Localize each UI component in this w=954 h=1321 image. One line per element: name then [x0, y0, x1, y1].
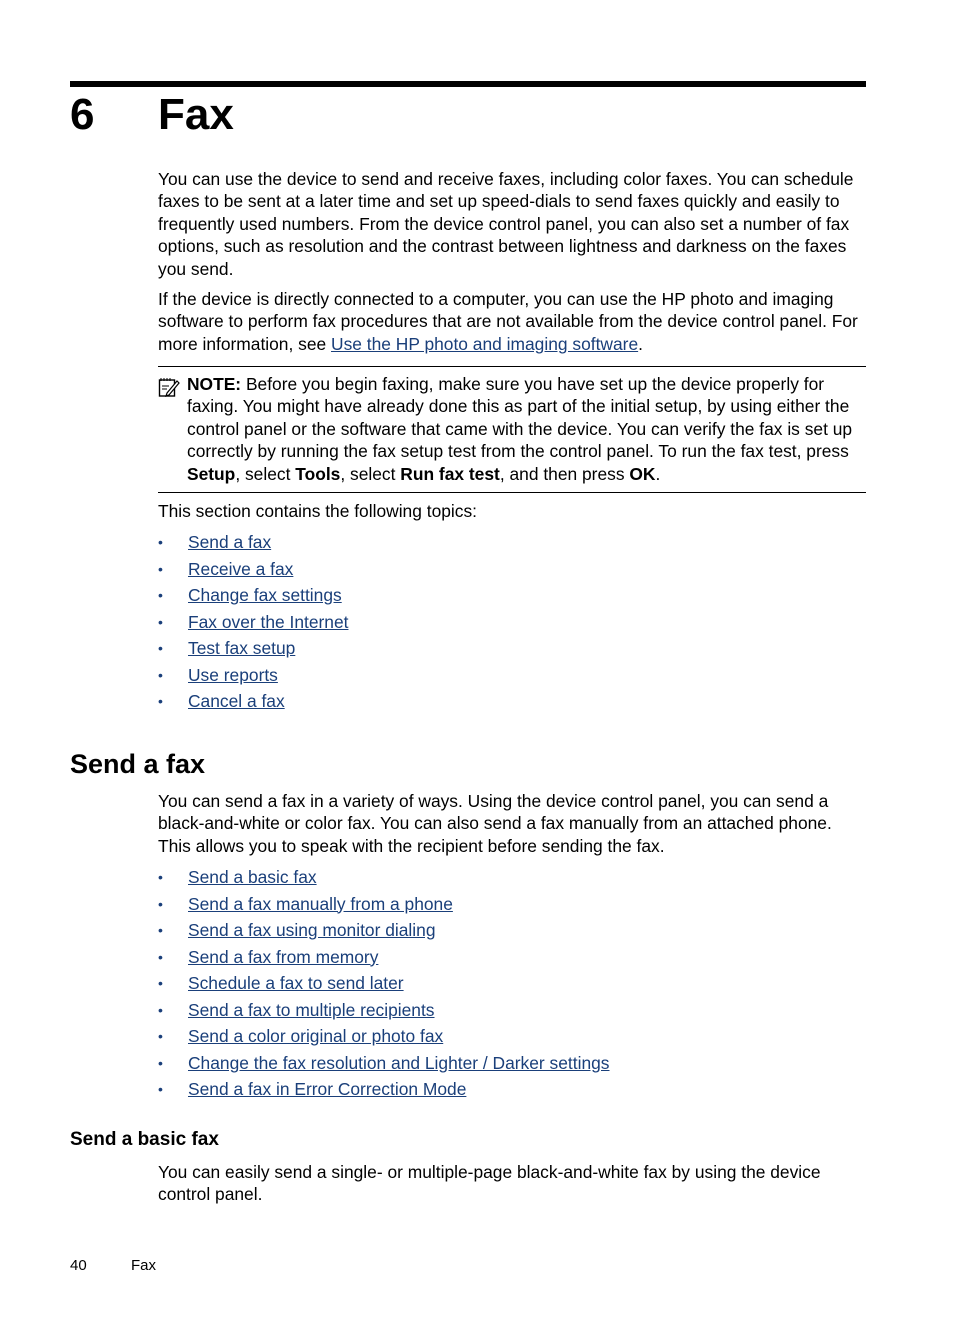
- send-fax-link[interactable]: Send a basic fax: [188, 864, 317, 891]
- chapter-number: 6: [70, 90, 95, 139]
- bullet: •: [158, 666, 163, 683]
- bullet: •: [158, 922, 163, 938]
- document-page: 6 Fax You can use the device to send and…: [0, 0, 954, 1321]
- bullet: •: [158, 1054, 163, 1071]
- send-fax-link[interactable]: Send a fax to multiple recipients: [188, 997, 435, 1024]
- footer-section-name: Fax: [131, 1257, 157, 1274]
- send-basic-fax-paragraph: You can easily send a single- or multipl…: [158, 1161, 868, 1206]
- send-fax-link[interactable]: Send a fax in Error Correction Mode: [188, 1076, 466, 1103]
- note-text-part: , select: [235, 463, 296, 484]
- note-box: NOTE: Before you begin faxing, make sure…: [158, 366, 866, 493]
- note-run-fax-test: Run fax test: [400, 463, 500, 484]
- send-fax-link[interactable]: Send a fax using monitor dialing: [188, 917, 436, 944]
- send-fax-link[interactable]: Schedule a fax to send later: [188, 970, 404, 997]
- topics-intro-text: This section contains the following topi…: [158, 501, 477, 521]
- intro-text-2-after: .: [638, 333, 643, 354]
- note-text-part: Before you begin faxing, make sure you h…: [187, 374, 853, 462]
- send-basic-fax-heading: Send a basic fax: [70, 1129, 219, 1150]
- bullet: •: [158, 948, 163, 965]
- footer-page-number: 40: [70, 1257, 87, 1274]
- bullet: •: [158, 693, 163, 709]
- send-fax-link[interactable]: Change the fax resolution and Lighter / …: [188, 1050, 610, 1077]
- note-text-part: .: [655, 463, 661, 484]
- topic-link[interactable]: Change fax settings: [188, 582, 342, 609]
- bullet: •: [158, 1001, 163, 1018]
- intro-paragraph-1: You can use the device to send and recei…: [158, 168, 868, 280]
- topic-link[interactable]: Receive a fax: [188, 556, 293, 583]
- intro-paragraph-2: If the device is directly connected to a…: [158, 288, 868, 355]
- bullet: •: [158, 613, 163, 630]
- note-pencil-icon: [158, 378, 180, 397]
- note-tools: Tools: [295, 463, 341, 484]
- send-fax-paragraph: You can send a fax in a variety of ways.…: [158, 790, 868, 857]
- topic-link[interactable]: Cancel a fax: [188, 688, 285, 715]
- topic-link[interactable]: Fax over the Internet: [188, 609, 348, 636]
- send-fax-link[interactable]: Send a fax from memory: [188, 944, 378, 971]
- bullet: •: [158, 560, 163, 577]
- bullet: •: [158, 534, 163, 550]
- note-ok: OK: [629, 463, 656, 484]
- bullet: •: [158, 895, 163, 912]
- bullet: •: [158, 869, 163, 885]
- send-fax-heading: Send a fax: [70, 749, 206, 779]
- send-fax-link[interactable]: Send a color original or photo fax: [188, 1023, 443, 1050]
- note-label: NOTE:: [187, 374, 242, 394]
- topic-link[interactable]: Use reports: [188, 662, 278, 689]
- bullet: •: [158, 1081, 163, 1097]
- hp-software-link[interactable]: Use the HP photo and imaging software: [331, 334, 638, 354]
- topics-intro: This section contains the following topi…: [158, 500, 868, 522]
- bullet: •: [158, 640, 163, 656]
- bullet: •: [158, 587, 163, 603]
- bullet: •: [158, 975, 163, 991]
- note-text: NOTE: Before you begin faxing, make sure…: [187, 373, 869, 485]
- intro-text-1: You can use the device to send and recei…: [158, 169, 854, 279]
- note-text-part: , select: [340, 463, 401, 484]
- intro-text-2: If the device is directly connected to a…: [158, 288, 868, 355]
- topic-link[interactable]: Send a fax: [188, 529, 271, 556]
- chapter-title: Fax: [158, 90, 234, 139]
- send-fax-text: You can send a fax in a variety of ways.…: [158, 791, 832, 856]
- send-basic-fax-text: You can easily send a single- or multipl…: [158, 1162, 821, 1205]
- topic-link[interactable]: Test fax setup: [188, 635, 295, 662]
- chapter-top-rule: [70, 81, 866, 87]
- bullet: •: [158, 1028, 163, 1044]
- note-setup: Setup: [187, 463, 236, 484]
- note-text-part: , and then press: [499, 463, 630, 484]
- send-fax-link[interactable]: Send a fax manually from a phone: [188, 891, 453, 918]
